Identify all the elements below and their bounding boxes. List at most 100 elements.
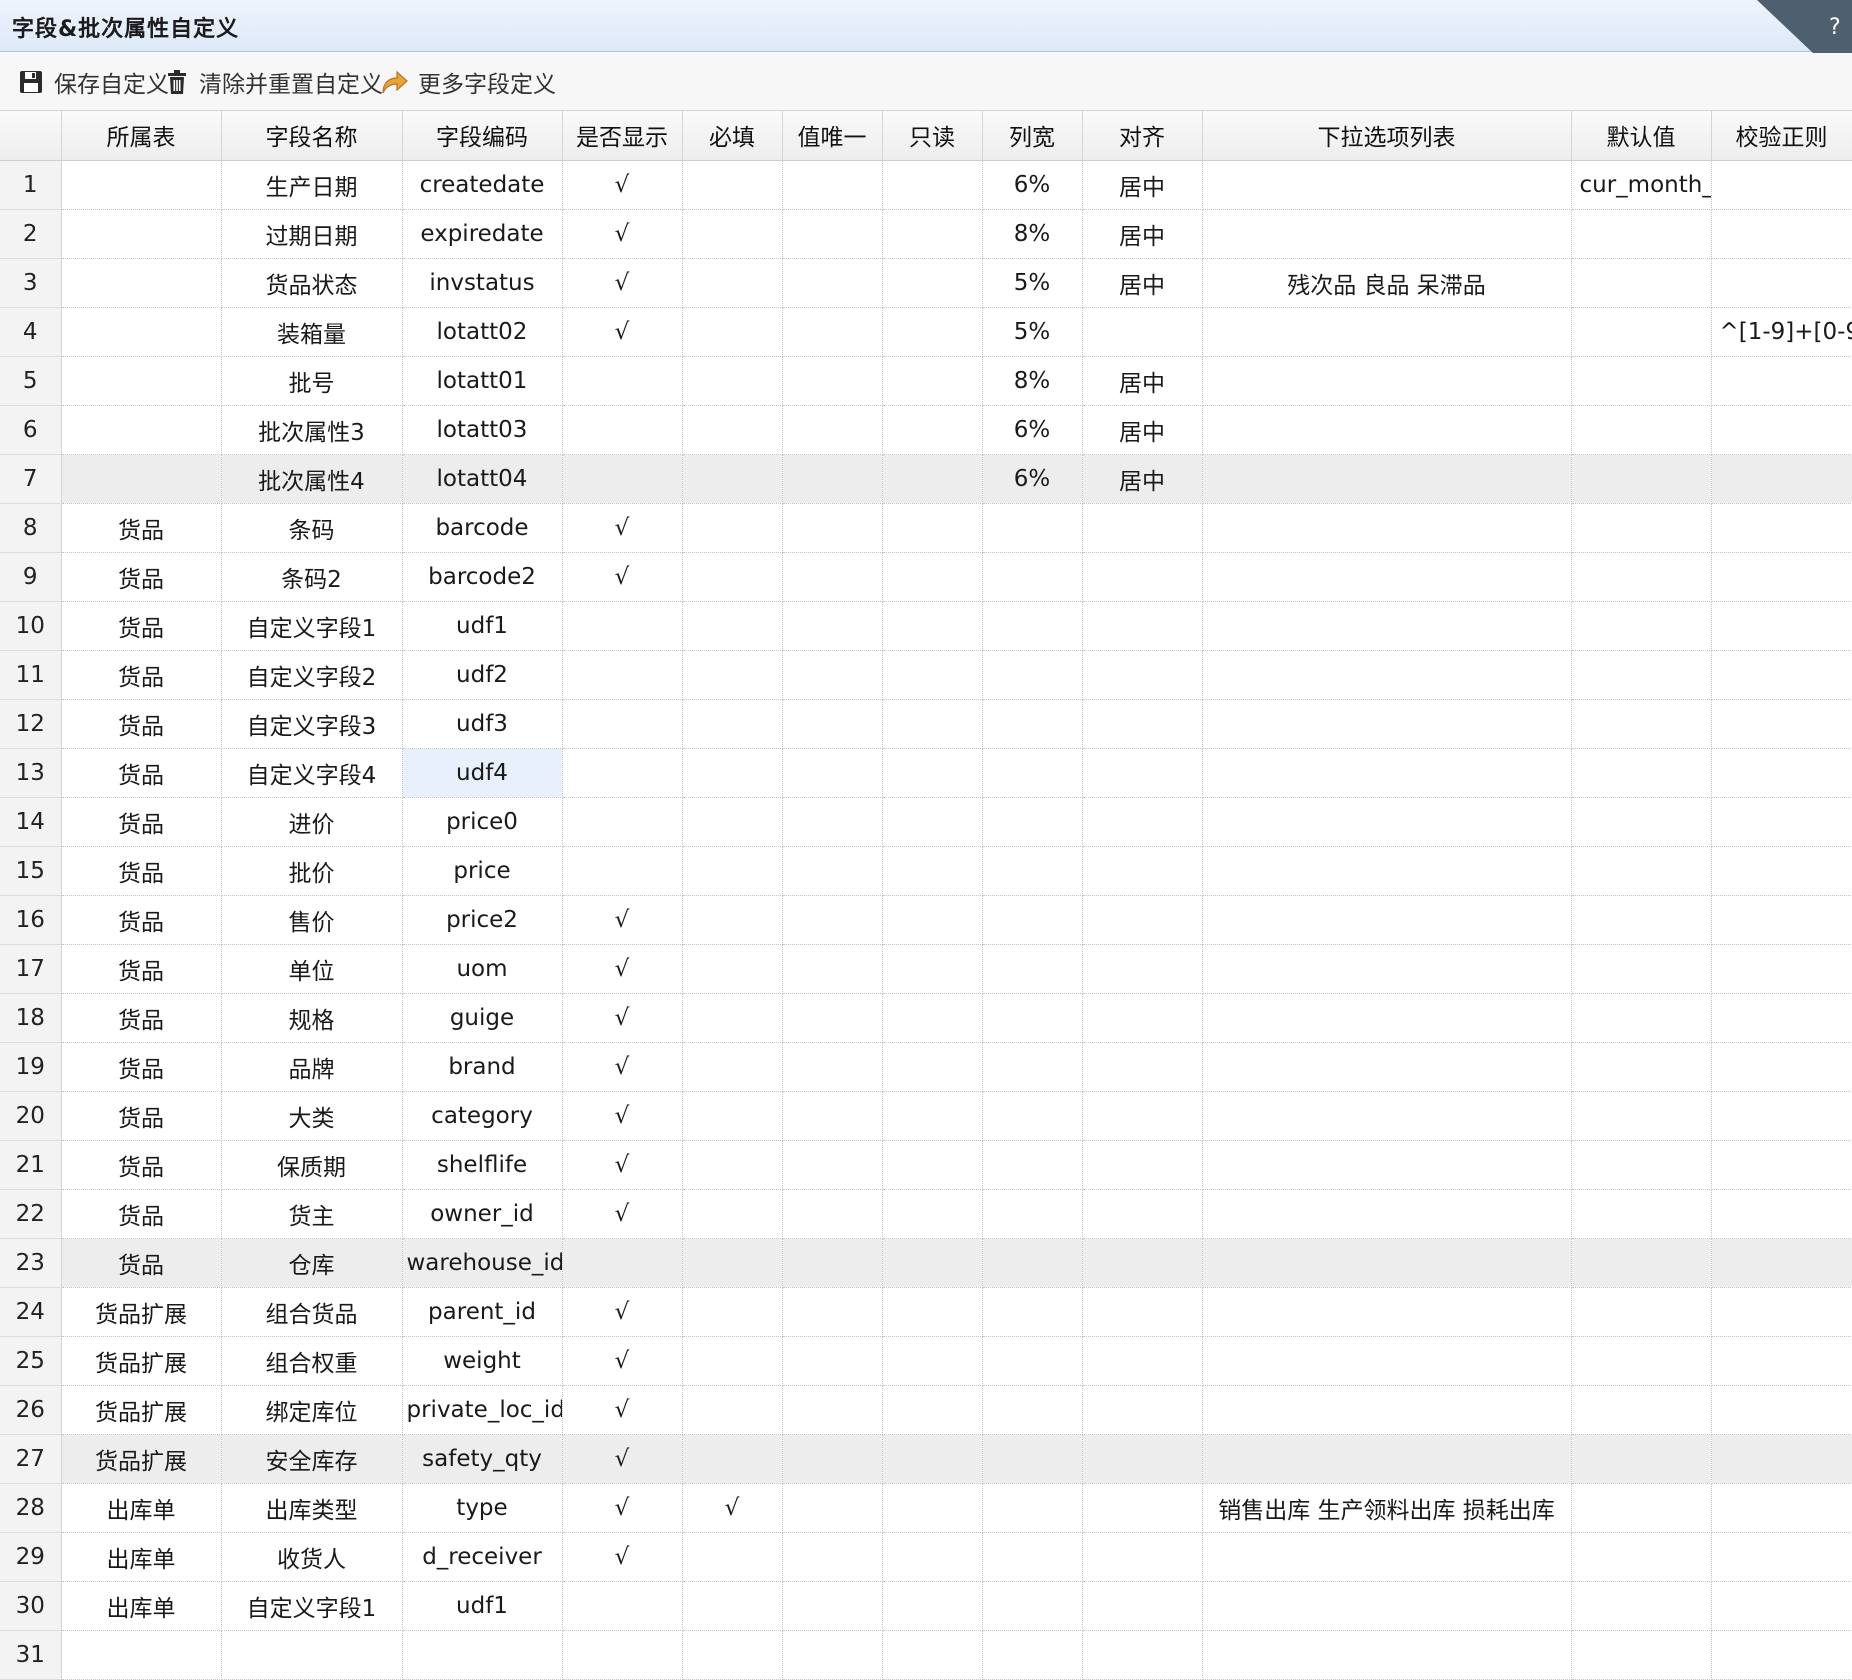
regex-cell[interactable] bbox=[1711, 405, 1852, 455]
width-cell[interactable] bbox=[982, 993, 1083, 1043]
regex-cell[interactable] bbox=[1711, 797, 1852, 847]
field-name-cell[interactable]: 安全库存 bbox=[221, 1434, 403, 1484]
align-cell[interactable] bbox=[1082, 307, 1203, 357]
required-cell[interactable] bbox=[682, 1238, 783, 1288]
field-name-cell[interactable]: 批次属性4 bbox=[221, 454, 403, 504]
align-cell[interactable] bbox=[1082, 1483, 1203, 1533]
align-cell[interactable]: 居中 bbox=[1082, 209, 1203, 259]
field-code-cell[interactable]: private_loc_id bbox=[402, 1385, 563, 1435]
readonly-cell[interactable] bbox=[882, 1238, 983, 1288]
visible-cell[interactable]: √ bbox=[562, 503, 683, 553]
required-cell[interactable] bbox=[682, 160, 783, 210]
table-row[interactable]: 25 货品扩展 组合权重 weight √ bbox=[0, 1336, 1852, 1386]
regex-cell[interactable] bbox=[1711, 552, 1852, 602]
field-name-cell[interactable]: 单位 bbox=[221, 944, 403, 994]
visible-cell[interactable]: √ bbox=[562, 944, 683, 994]
readonly-cell[interactable] bbox=[882, 1434, 983, 1484]
align-cell[interactable] bbox=[1082, 1189, 1203, 1239]
visible-cell[interactable] bbox=[562, 797, 683, 847]
align-cell[interactable] bbox=[1082, 748, 1203, 798]
field-name-cell[interactable]: 过期日期 bbox=[221, 209, 403, 259]
regex-cell[interactable] bbox=[1711, 1042, 1852, 1092]
field-code-cell[interactable]: invstatus bbox=[402, 258, 563, 308]
unique-cell[interactable] bbox=[782, 1532, 883, 1582]
table-row[interactable]: 2 过期日期 expiredate √ 8% 居中 bbox=[0, 209, 1852, 259]
required-cell[interactable]: √ bbox=[682, 1483, 783, 1533]
field-name-cell[interactable]: 进价 bbox=[221, 797, 403, 847]
field-code-cell[interactable]: safety_qty bbox=[402, 1434, 563, 1484]
field-code-cell[interactable]: expiredate bbox=[402, 209, 563, 259]
default-value-cell[interactable] bbox=[1571, 1336, 1712, 1386]
readonly-cell[interactable] bbox=[882, 552, 983, 602]
field-code-cell[interactable]: d_receiver bbox=[402, 1532, 563, 1582]
default-value-cell[interactable] bbox=[1571, 1238, 1712, 1288]
width-cell[interactable]: 8% bbox=[982, 356, 1083, 406]
regex-cell[interactable]: ^[1-9]+[0-9 bbox=[1711, 307, 1852, 357]
unique-cell[interactable] bbox=[782, 503, 883, 553]
dropdown-options-cell[interactable] bbox=[1202, 601, 1572, 651]
dropdown-options-cell[interactable] bbox=[1202, 1042, 1572, 1092]
visible-cell[interactable] bbox=[562, 1581, 683, 1631]
table-row[interactable]: 30 出库单 自定义字段1 udf1 bbox=[0, 1581, 1852, 1631]
width-cell[interactable] bbox=[982, 1434, 1083, 1484]
table-cell[interactable]: 货品 bbox=[61, 552, 222, 602]
table-cell[interactable] bbox=[61, 405, 222, 455]
regex-cell[interactable] bbox=[1711, 699, 1852, 749]
required-cell[interactable] bbox=[682, 307, 783, 357]
default-value-cell[interactable] bbox=[1571, 601, 1712, 651]
align-cell[interactable] bbox=[1082, 1238, 1203, 1288]
field-code-cell[interactable]: udf3 bbox=[402, 699, 563, 749]
dropdown-options-cell[interactable] bbox=[1202, 1532, 1572, 1582]
width-cell[interactable] bbox=[982, 944, 1083, 994]
table-cell[interactable] bbox=[61, 258, 222, 308]
regex-cell[interactable] bbox=[1711, 160, 1852, 210]
table-cell[interactable]: 货品 bbox=[61, 1140, 222, 1190]
default-value-cell[interactable] bbox=[1571, 993, 1712, 1043]
required-cell[interactable] bbox=[682, 1140, 783, 1190]
table-row[interactable]: 13 货品 自定义字段4 udf4 bbox=[0, 748, 1852, 798]
visible-cell[interactable]: √ bbox=[562, 1140, 683, 1190]
col-header-table[interactable]: 所属表 bbox=[61, 111, 222, 161]
dropdown-options-cell[interactable] bbox=[1202, 1287, 1572, 1337]
align-cell[interactable] bbox=[1082, 503, 1203, 553]
field-code-cell[interactable]: udf1 bbox=[402, 601, 563, 651]
table-row[interactable]: 3 货品状态 invstatus √ 5% 居中 残次品 良品 呆滞品 bbox=[0, 258, 1852, 308]
dropdown-options-cell[interactable] bbox=[1202, 1091, 1572, 1141]
readonly-cell[interactable] bbox=[882, 748, 983, 798]
regex-cell[interactable] bbox=[1711, 993, 1852, 1043]
readonly-cell[interactable] bbox=[882, 1336, 983, 1386]
regex-cell[interactable] bbox=[1711, 601, 1852, 651]
field-name-cell[interactable]: 组合货品 bbox=[221, 1287, 403, 1337]
table-cell[interactable]: 货品 bbox=[61, 1091, 222, 1141]
width-cell[interactable] bbox=[982, 503, 1083, 553]
table-row[interactable]: 16 货品 售价 price2 √ bbox=[0, 895, 1852, 945]
visible-cell[interactable] bbox=[562, 748, 683, 798]
dropdown-options-cell[interactable]: 残次品 良品 呆滞品 bbox=[1202, 258, 1572, 308]
field-code-cell[interactable]: barcode bbox=[402, 503, 563, 553]
table-row[interactable]: 21 货品 保质期 shelflife √ bbox=[0, 1140, 1852, 1190]
table-cell[interactable]: 货品扩展 bbox=[61, 1336, 222, 1386]
table-row[interactable]: 27 货品扩展 安全库存 safety_qty √ bbox=[0, 1434, 1852, 1484]
readonly-cell[interactable] bbox=[882, 1042, 983, 1092]
regex-cell[interactable] bbox=[1711, 1434, 1852, 1484]
required-cell[interactable] bbox=[682, 356, 783, 406]
default-value-cell[interactable] bbox=[1571, 748, 1712, 798]
unique-cell[interactable] bbox=[782, 1189, 883, 1239]
required-cell[interactable] bbox=[682, 209, 783, 259]
width-cell[interactable] bbox=[982, 748, 1083, 798]
readonly-cell[interactable] bbox=[882, 1287, 983, 1337]
align-cell[interactable] bbox=[1082, 1532, 1203, 1582]
unique-cell[interactable] bbox=[782, 356, 883, 406]
required-cell[interactable] bbox=[682, 944, 783, 994]
readonly-cell[interactable] bbox=[882, 258, 983, 308]
width-cell[interactable] bbox=[982, 552, 1083, 602]
align-cell[interactable] bbox=[1082, 601, 1203, 651]
table-row[interactable]: 14 货品 进价 price0 bbox=[0, 797, 1852, 847]
width-cell[interactable] bbox=[982, 1091, 1083, 1141]
field-name-cell[interactable]: 自定义字段1 bbox=[221, 1581, 403, 1631]
unique-cell[interactable] bbox=[782, 1042, 883, 1092]
unique-cell[interactable] bbox=[782, 650, 883, 700]
visible-cell[interactable]: √ bbox=[562, 1434, 683, 1484]
table-row[interactable]: 20 货品 大类 category √ bbox=[0, 1091, 1852, 1141]
dropdown-options-cell[interactable] bbox=[1202, 748, 1572, 798]
